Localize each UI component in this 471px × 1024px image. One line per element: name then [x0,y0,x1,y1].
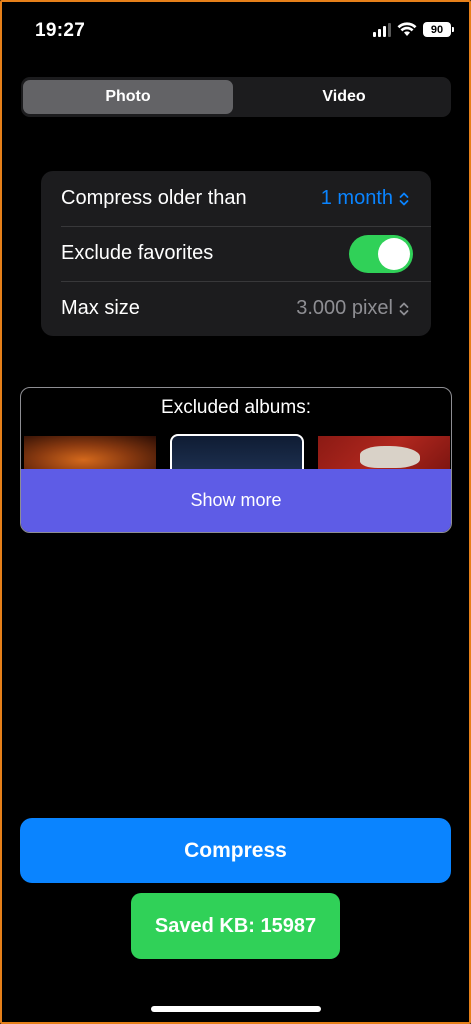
tab-photo[interactable]: Photo [23,80,233,114]
compress-older-picker[interactable]: 1 month [321,187,409,210]
home-indicator[interactable] [151,1006,321,1012]
cat-image [360,446,420,468]
compress-older-value: 1 month [320,187,393,209]
chevron-updown-icon [399,302,409,315]
status-bar: 19:27 90 [0,0,471,62]
max-size-row[interactable]: Max size 3.000 pixel [41,281,431,336]
chevron-updown-icon [399,192,409,205]
tab-video[interactable]: Video [239,80,449,114]
saved-kb-badge: Saved KB: 15987 [131,893,340,959]
max-size-label: Max size [61,297,140,319]
exclude-favorites-row: Exclude favorites [41,226,431,281]
battery-icon: 90 [423,22,454,37]
compress-older-row[interactable]: Compress older than 1 month [41,171,431,226]
compress-older-label: Compress older than [61,187,247,209]
max-size-value: 3.000 pixel [296,297,393,319]
status-time: 19:27 [35,20,86,41]
compress-button[interactable]: Compress [20,818,451,883]
battery-level: 90 [430,23,444,36]
show-more-button[interactable]: Show more [21,469,451,532]
media-type-segmented-control: Photo Video [21,77,451,117]
signal-icon [373,22,391,37]
wifi-icon [397,22,417,36]
max-size-picker[interactable]: 3.000 pixel [296,297,409,320]
status-icons: 90 [373,22,454,37]
settings-card: Compress older than 1 month Exclude favo… [41,171,431,336]
exclude-favorites-label: Exclude favorites [61,242,214,264]
excluded-albums-title: Excluded albums: [161,397,311,418]
excluded-albums-panel: Excluded albums: Show more [20,387,452,533]
exclude-favorites-toggle[interactable] [349,234,413,273]
toggle-knob [378,237,410,270]
